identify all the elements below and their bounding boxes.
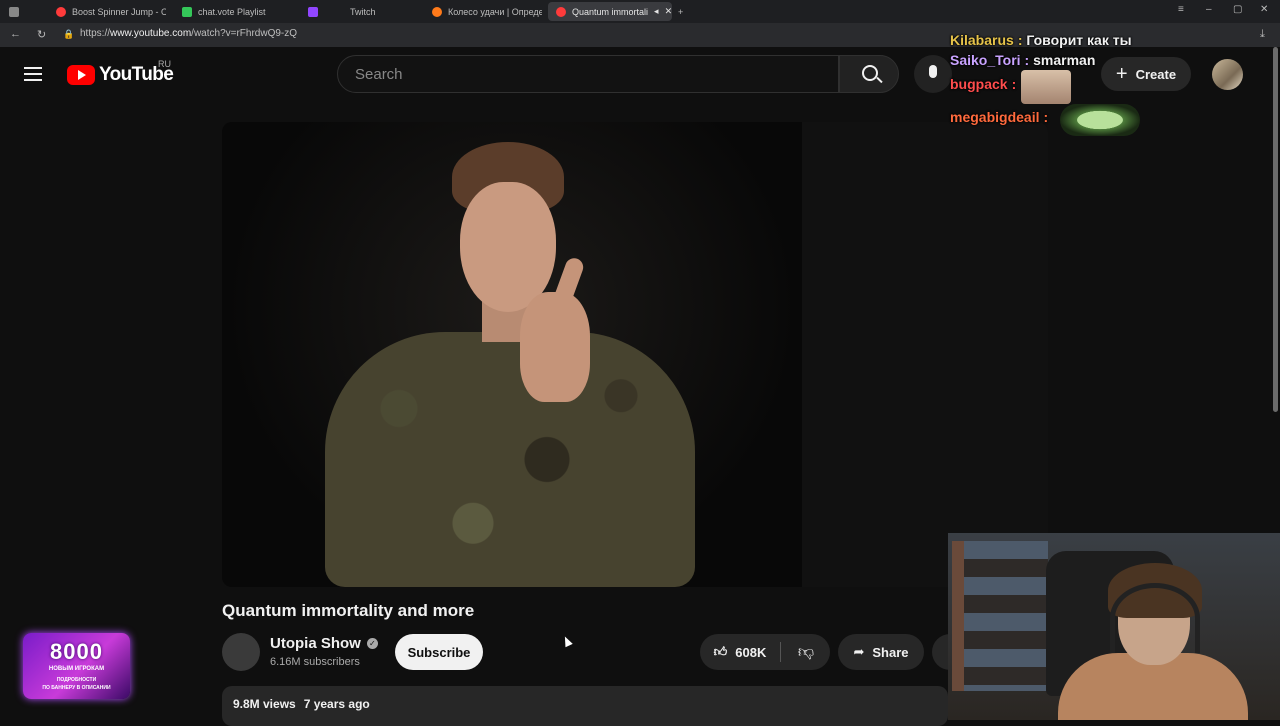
streamer-webcam — [948, 533, 1280, 720]
like-dislike-bar: 👍︎ 608K 👎︎ — [700, 634, 830, 670]
search-button[interactable] — [839, 55, 899, 93]
chat-username: megabigdeail — [950, 109, 1040, 125]
triangle-favicon-icon — [182, 6, 192, 17]
share-button[interactable]: ➦ Share — [838, 634, 924, 670]
chat-username: Kilabarus — [950, 32, 1014, 48]
tab-title: Twitch — [350, 6, 376, 17]
chat-message: Kilabarus: Говорит как ты — [950, 32, 1132, 48]
new-tab-button[interactable]: + — [674, 2, 694, 21]
chat-username: Saiko_Tori — [950, 52, 1021, 68]
thumbs-up-icon: 👍︎ — [713, 644, 728, 659]
voice-search-button[interactable] — [914, 55, 952, 93]
tab-chat-vote[interactable]: chat.vote Playlist — [174, 2, 292, 21]
plus-icon: + — [1115, 62, 1128, 85]
video-player[interactable] — [222, 122, 1048, 587]
like-count: 608K — [735, 644, 767, 660]
reload-icon[interactable]: ↻ — [37, 28, 46, 41]
like-divider — [780, 642, 781, 662]
plus-icon: + — [678, 6, 684, 17]
youtube-favicon-icon — [556, 6, 566, 17]
chat-username: bugpack — [950, 76, 1008, 92]
twitch-favicon-icon — [308, 6, 318, 17]
chat-text: Говорит как ты — [1026, 32, 1132, 48]
tab-title: Колесо удачи | Определи — [448, 6, 542, 17]
player-dark-area — [802, 122, 1048, 587]
promo-line: НОВЫМ ИГРОКАМ — [48, 666, 105, 672]
promo-line: ПО БАННЕРУ В ОПИСАНИИ — [42, 685, 111, 691]
url-path: /watch?v=rFhrdwQ9-zQ — [191, 28, 298, 39]
url-scheme: https:// — [80, 28, 111, 39]
channel-avatar[interactable] — [222, 633, 260, 671]
upload-age: 7 years ago — [303, 697, 370, 711]
wheel-favicon-icon — [432, 6, 442, 17]
minimize-icon[interactable]: – — [1206, 4, 1212, 15]
channel-name: Utopia Show — [270, 635, 361, 652]
promo-line: ПОДРОБНОСТИ — [56, 677, 97, 683]
webcam-shelf — [952, 541, 1048, 691]
create-label: Create — [1135, 66, 1177, 82]
video-frame — [222, 122, 802, 587]
subscribe-button[interactable]: Subscribe — [395, 634, 483, 670]
region-code: RU — [158, 59, 171, 69]
close-window-icon[interactable]: ✕ — [1260, 4, 1268, 15]
chat-message: megabigdeail: — [950, 109, 1049, 125]
tab-title: Quantum immortali — [572, 6, 649, 17]
maximize-icon[interactable]: ▢ — [1233, 4, 1242, 15]
tab-boost-spinner[interactable]: Boost Spinner Jump - One — [48, 2, 166, 21]
tab-menu-button[interactable] — [4, 2, 26, 21]
video-person — [310, 142, 710, 587]
tab-list-icon[interactable]: ≡ — [1178, 4, 1184, 15]
browser-tab-bar: Boost Spinner Jump - One chat.vote Playl… — [0, 0, 1280, 23]
search-input[interactable] — [353, 65, 797, 84]
tab-wheel[interactable]: Колесо удачи | Определи — [424, 2, 542, 21]
verified-badge-icon: ✓ — [366, 638, 378, 649]
promo-number: 8000 — [50, 639, 103, 664]
video-title: Quantum immortality and more — [222, 601, 475, 620]
url-host: www.youtube.com — [110, 28, 192, 39]
chat-emote-green — [1060, 104, 1140, 136]
chat-message: bugpack: — [950, 76, 1017, 92]
youtube-favicon-icon — [56, 6, 66, 17]
search-icon — [862, 65, 878, 81]
create-button[interactable]: + Create — [1101, 57, 1191, 91]
chat-message: Saiko_Tori: smarman — [950, 52, 1096, 68]
video-meta: 9.8M views 7 years ago — [233, 697, 378, 711]
tab-title: chat.vote Playlist — [198, 6, 266, 17]
share-arrow-icon: ➦ — [853, 644, 865, 659]
like-button[interactable]: 👍︎ 608K — [700, 634, 780, 670]
headset-icon — [1110, 583, 1200, 653]
back-icon[interactable]: ← — [10, 28, 21, 40]
download-icon[interactable]: ⤓ — [1260, 28, 1265, 41]
subscriber-count: 6.16M subscribers — [270, 656, 360, 668]
tab-title: Boost Spinner Jump - One — [72, 6, 166, 17]
close-tab-icon[interactable]: ✕ — [665, 6, 672, 17]
speaker-icon[interactable]: ◂ — [654, 6, 659, 17]
channel-name-link[interactable]: Utopia Show ✓ — [270, 635, 378, 652]
account-avatar[interactable] — [1212, 59, 1243, 90]
url-field[interactable]: https://www.youtube.com/watch?v=rFhrdwQ9… — [80, 28, 297, 39]
dislike-button[interactable]: 👎︎ — [782, 634, 830, 670]
search-box — [337, 55, 839, 93]
chat-text: smarman — [1033, 52, 1096, 68]
app-icon — [9, 6, 19, 17]
microphone-icon — [929, 65, 937, 78]
tab-twitch[interactable]: Twitch — [300, 2, 418, 21]
chat-emote-face — [1021, 70, 1071, 104]
menu-icon[interactable] — [24, 67, 42, 85]
share-label: Share — [872, 644, 909, 660]
tab-quantum-active[interactable]: Quantum immortali ◂ ✕ — [548, 2, 672, 21]
youtube-play-icon — [67, 65, 95, 85]
promo-banner[interactable]: 8000 НОВЫМ ИГРОКАМ ПОДРОБНОСТИ ПО БАННЕР… — [23, 633, 130, 699]
page-scrollbar[interactable] — [1271, 47, 1279, 414]
view-count: 9.8M views — [233, 697, 296, 711]
lock-icon: 🔒 — [63, 29, 75, 39]
mouse-cursor-icon — [561, 634, 573, 648]
thumbs-down-icon: 👎︎ — [797, 643, 815, 661]
